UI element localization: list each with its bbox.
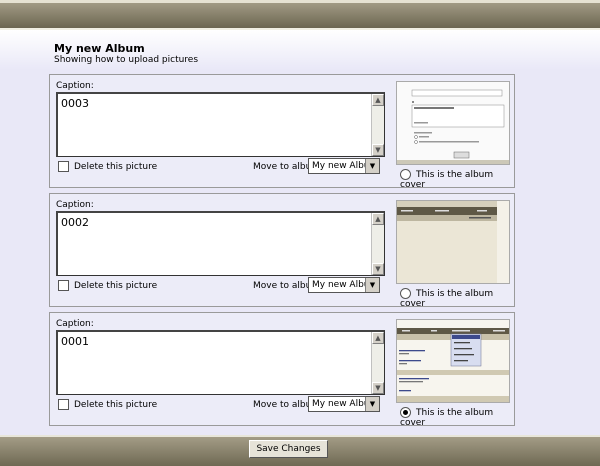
delete-checkbox[interactable] (58, 280, 69, 291)
delete-label: Delete this picture (74, 280, 158, 291)
album-cover-label: This is the album cover (400, 407, 494, 429)
beige-site-screenshot-image (397, 201, 509, 283)
album-description: Showing how to upload pictures (54, 55, 199, 65)
album-cover-label: This is the album cover (400, 169, 494, 191)
chevron-down-icon[interactable]: ▼ (365, 278, 379, 292)
caption-label: Caption: (56, 319, 94, 329)
photo-entry: Caption: 0003 ▲ ▼ Delete this picture Mo… (49, 74, 515, 191)
album-form-screenshot-image (397, 82, 509, 164)
album-cover-option[interactable]: This is the album cover (400, 407, 514, 429)
chevron-down-icon[interactable]: ▼ (365, 159, 379, 173)
album-cover-radio[interactable] (400, 169, 411, 180)
delete-checkbox[interactable] (58, 399, 69, 410)
photo-entry: Caption: 0002 ▲ ▼ Delete this picture Mo… (49, 193, 515, 310)
caption-value: 0003 (61, 97, 89, 110)
photo-thumbnail (396, 319, 510, 403)
delete-picture-option[interactable]: Delete this picture (58, 280, 157, 291)
caption-value: 0001 (61, 335, 89, 348)
caption-label: Caption: (56, 81, 94, 91)
delete-label: Delete this picture (74, 161, 158, 172)
scroll-up-arrow-icon[interactable]: ▲ (372, 332, 384, 344)
album-cover-radio[interactable] (400, 407, 411, 418)
scroll-up-arrow-icon[interactable]: ▲ (372, 94, 384, 106)
caption-value: 0002 (61, 216, 89, 229)
move-to-album-select[interactable]: My new Album ▼ (308, 277, 380, 293)
scroll-down-arrow-icon[interactable]: ▼ (372, 382, 384, 394)
menu-dropdown-screenshot-image (397, 320, 509, 402)
delete-label: Delete this picture (74, 399, 158, 410)
chevron-down-icon[interactable]: ▼ (365, 397, 379, 411)
album-cover-label: This is the album cover (400, 288, 494, 310)
caption-label: Caption: (56, 200, 94, 210)
caption-input[interactable]: 0003 ▲ ▼ (56, 92, 385, 157)
save-changes-button[interactable]: Save Changes (249, 440, 328, 458)
caption-scrollbar[interactable]: ▲ ▼ (371, 94, 384, 156)
delete-picture-option[interactable]: Delete this picture (58, 161, 157, 172)
move-to-album-select[interactable]: My new Album ▼ (308, 396, 380, 412)
album-cover-option[interactable]: This is the album cover (400, 288, 514, 310)
scroll-up-arrow-icon[interactable]: ▲ (372, 213, 384, 225)
caption-scrollbar[interactable]: ▲ ▼ (371, 332, 384, 394)
move-to-album-select[interactable]: My new Album ▼ (308, 158, 380, 174)
photo-thumbnail (396, 200, 510, 284)
photo-entry: Caption: 0001 ▲ ▼ Delete this picture Mo… (49, 312, 515, 429)
delete-checkbox[interactable] (58, 161, 69, 172)
photo-thumbnail (396, 81, 510, 165)
caption-input[interactable]: 0002 ▲ ▼ (56, 211, 385, 276)
scroll-down-arrow-icon[interactable]: ▼ (372, 144, 384, 156)
top-header-bar (0, 0, 600, 30)
scroll-down-arrow-icon[interactable]: ▼ (372, 263, 384, 275)
album-cover-radio[interactable] (400, 288, 411, 299)
album-cover-option[interactable]: This is the album cover (400, 169, 514, 191)
caption-input[interactable]: 0001 ▲ ▼ (56, 330, 385, 395)
delete-picture-option[interactable]: Delete this picture (58, 399, 157, 410)
caption-scrollbar[interactable]: ▲ ▼ (371, 213, 384, 275)
album-title: My new Album (54, 42, 145, 55)
